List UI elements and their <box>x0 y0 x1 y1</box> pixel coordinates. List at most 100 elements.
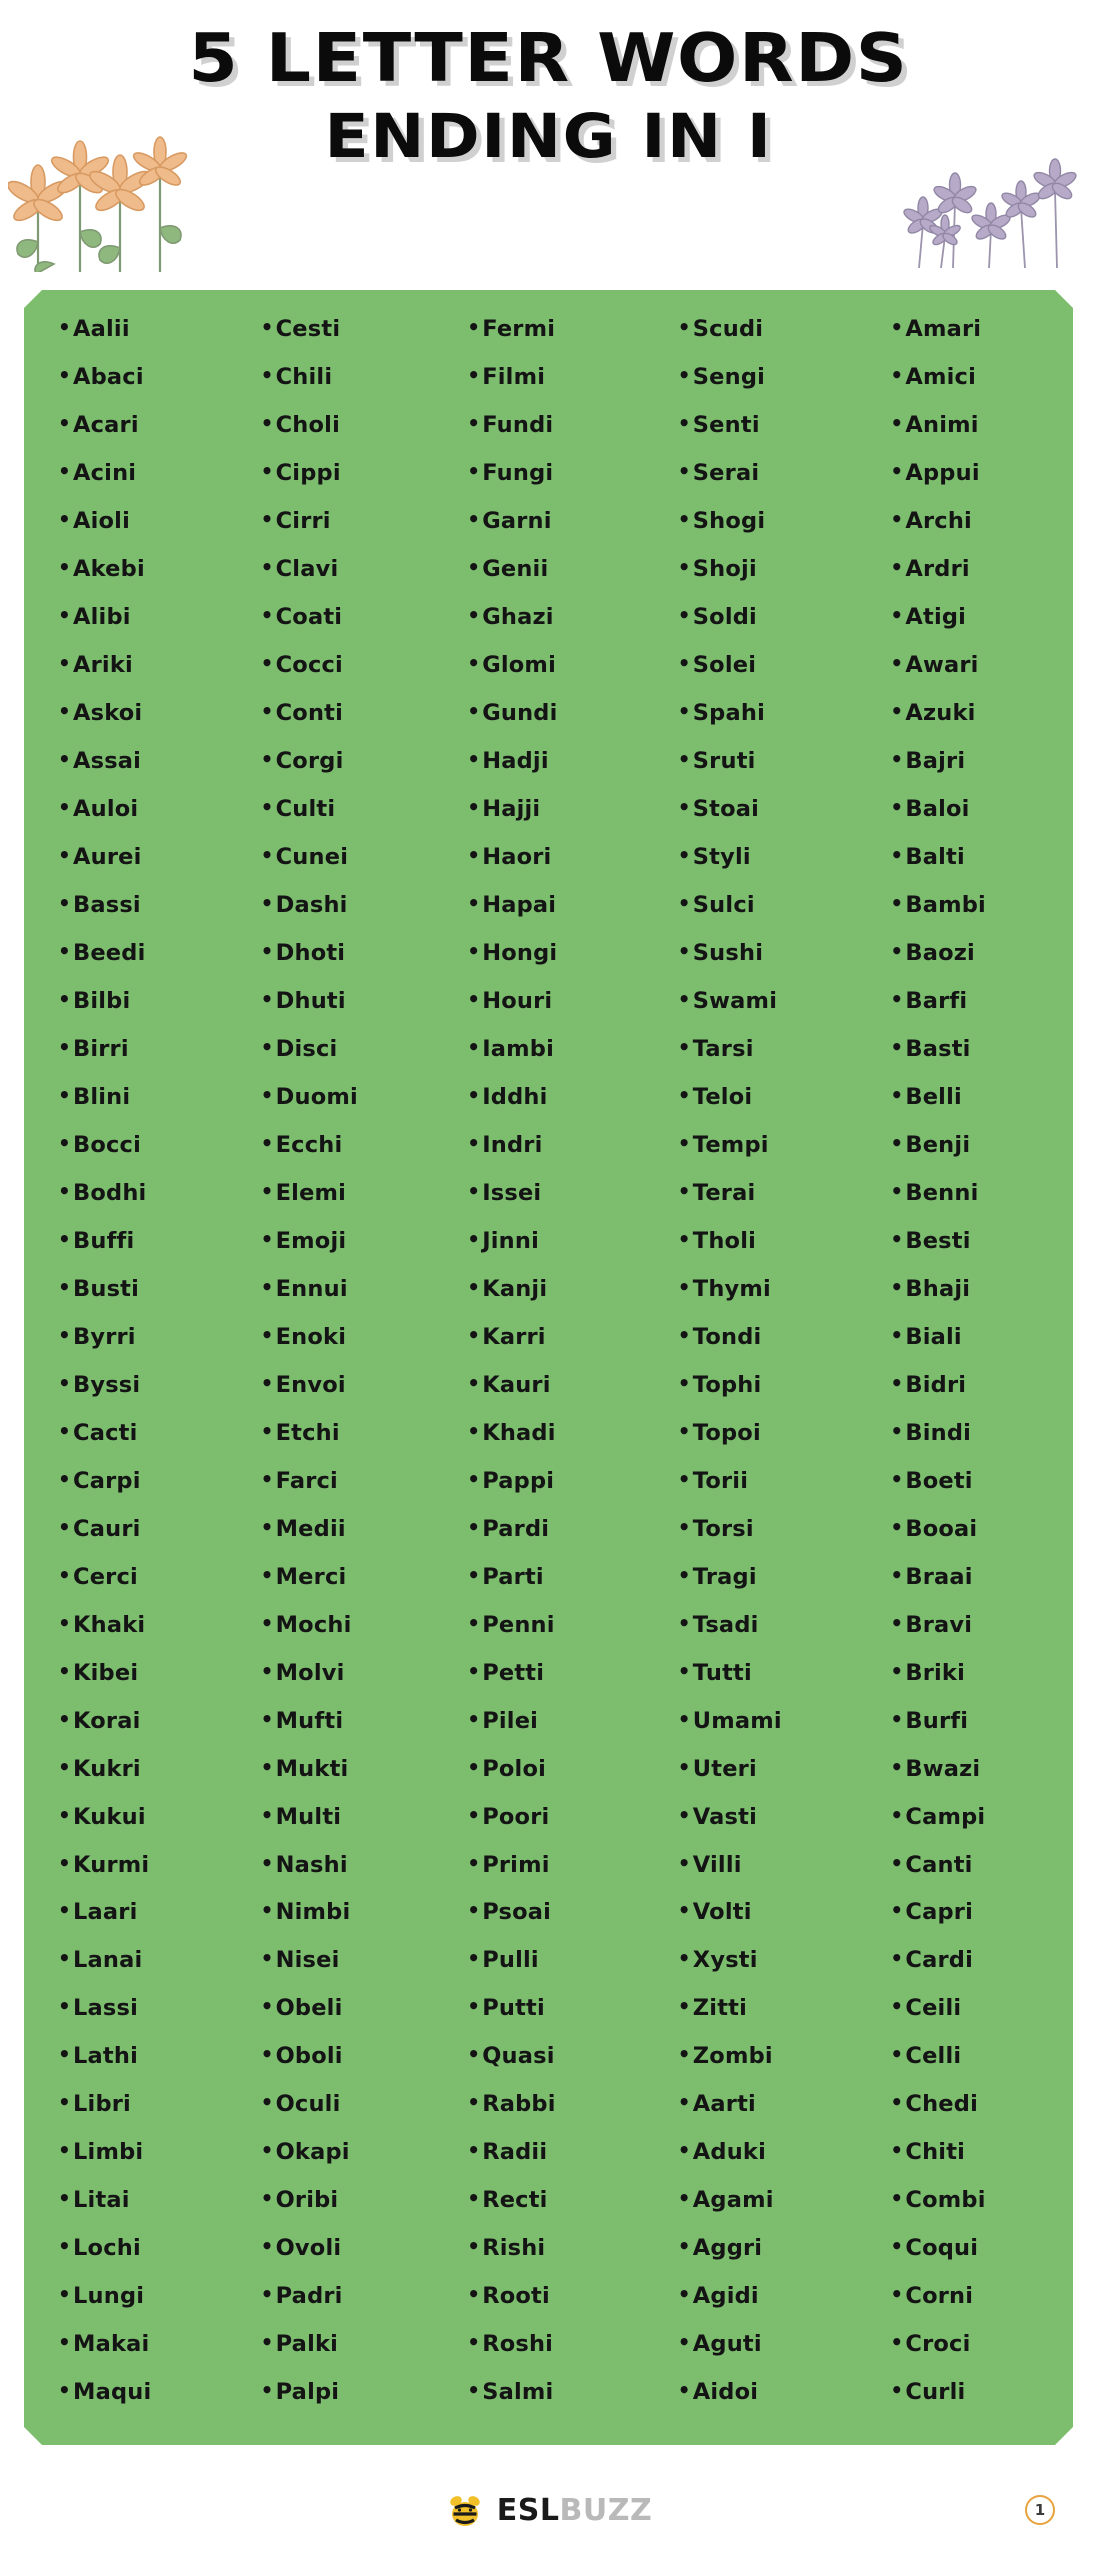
bullet-icon: • <box>890 1178 904 1203</box>
word-list-item: • Lathi <box>32 2043 239 2091</box>
word-text: Pappi <box>482 1467 555 1494</box>
word-list-item: • Sulci <box>652 892 859 940</box>
bullet-icon: • <box>58 362 71 387</box>
word-list-item: • Campi <box>858 1804 1065 1852</box>
word-list-item: • Issei <box>445 1180 652 1228</box>
word-list-item: • Pardi <box>445 1516 652 1564</box>
word-list-item: • Birri <box>32 1036 239 1084</box>
word-list-item: • Aalii <box>32 316 239 364</box>
bullet-icon: • <box>890 1658 904 1683</box>
word-text: Tempi <box>692 1131 769 1158</box>
word-text: Hongi <box>482 939 558 966</box>
word-text: Torsi <box>692 1515 754 1542</box>
word-text: Baloi <box>905 795 970 822</box>
word-text: Kauri <box>482 1371 551 1398</box>
word-text: Palki <box>275 2331 339 2358</box>
word-text: Tholi <box>692 1227 757 1254</box>
word-list-item: • Gundi <box>445 700 652 748</box>
word-text: Karri <box>482 1323 546 1350</box>
word-text: Cirri <box>275 507 331 534</box>
word-list-item: • Uteri <box>652 1756 859 1804</box>
word-list-item: • Bhaji <box>858 1276 1065 1324</box>
word-list-item: • Barfi <box>858 988 1065 1036</box>
word-list-item: • Basti <box>858 1036 1065 1084</box>
word-list-item: • Garni <box>445 508 652 556</box>
bullet-icon: • <box>677 890 691 915</box>
bullet-icon: • <box>260 698 274 723</box>
word-text: Oculi <box>275 2091 341 2118</box>
word-text: Barfi <box>905 987 968 1014</box>
word-list-item: • Aduki <box>652 2139 859 2187</box>
word-list-item: • Cacti <box>32 1420 239 1468</box>
word-list-item: • Balti <box>858 844 1065 892</box>
word-list-item: • Swami <box>652 988 859 1036</box>
word-text: Tsadi <box>692 1611 759 1638</box>
bullet-icon: • <box>58 794 71 819</box>
word-list-item: • Medii <box>239 1516 446 1564</box>
word-text: Kibei <box>73 1659 139 1686</box>
bullet-icon: • <box>260 2378 274 2403</box>
bullet-icon: • <box>677 794 691 819</box>
word-list-item: • Putti <box>445 1995 652 2043</box>
word-text: Askoi <box>73 699 143 726</box>
word-text: Iambi <box>482 1035 555 1062</box>
word-text: Poori <box>482 1803 550 1830</box>
word-column-3: • Fermi • Filmi • Fundi • Fungi • Garni • Genii • Gha… <box>445 316 652 2427</box>
word-list-item: • Jinni <box>445 1228 652 1276</box>
word-text: Corni <box>905 2283 974 2310</box>
word-text: Fundi <box>482 411 554 438</box>
word-list-item: • Braai <box>858 1564 1065 1612</box>
bullet-icon: • <box>890 2138 904 2163</box>
word-text: Carpi <box>73 1467 141 1494</box>
word-text: Khadi <box>482 1419 556 1446</box>
word-text: Hadji <box>482 747 549 774</box>
bullet-icon: • <box>260 2138 274 2163</box>
word-list-item: • Corgi <box>239 748 446 796</box>
word-text: Scudi <box>692 316 764 342</box>
word-list-item: • Coqui <box>858 2235 1065 2283</box>
word-list-item: • Atigi <box>858 604 1065 652</box>
word-text: Bindi <box>905 1419 972 1446</box>
word-text: Genii <box>482 555 549 582</box>
word-list-item: • Croci <box>858 2331 1065 2379</box>
word-list-item: • Ovoli <box>239 2235 446 2283</box>
word-list-item: • Conti <box>239 700 446 748</box>
word-text: Sushi <box>692 939 764 966</box>
word-list-item: • Choli <box>239 412 446 460</box>
bullet-icon: • <box>890 1946 904 1971</box>
word-list-item: • Nisei <box>239 1947 446 1995</box>
word-list-item: • Bilbi <box>32 988 239 1036</box>
word-list-item: • Tholi <box>652 1228 859 1276</box>
bullet-icon: • <box>890 458 904 483</box>
word-list-item: • Besti <box>858 1228 1065 1276</box>
word-list-item: • Litai <box>32 2187 239 2235</box>
word-text: Aguti <box>692 2331 762 2358</box>
word-list-item: • Byrri <box>32 1324 239 1372</box>
word-list-item: • Teloi <box>652 1084 859 1132</box>
word-text: Akebi <box>73 555 145 582</box>
bullet-icon: • <box>260 746 274 771</box>
word-list-item: • Cunei <box>239 844 446 892</box>
word-text: Multi <box>275 1803 342 1830</box>
word-text: Rooti <box>482 2283 550 2310</box>
bullet-icon: • <box>677 746 691 771</box>
word-list-item: • Houri <box>445 988 652 1036</box>
word-list-item: • Bassi <box>32 892 239 940</box>
word-text: Enoki <box>275 1323 347 1350</box>
word-list-item: • Kukri <box>32 1756 239 1804</box>
word-list-item: • Lungi <box>32 2283 239 2331</box>
bullet-icon: • <box>677 2090 691 2115</box>
word-list-item: • Hajji <box>445 796 652 844</box>
bullet-icon: • <box>467 986 481 1011</box>
word-text: Libri <box>73 2091 131 2118</box>
bullet-icon: • <box>58 842 71 867</box>
bullet-icon: • <box>890 986 904 1011</box>
word-list-item: • Parti <box>445 1564 652 1612</box>
word-list-item: • Psoai <box>445 1899 652 1947</box>
word-text: Assai <box>73 747 142 774</box>
bullet-icon: • <box>58 554 71 579</box>
word-text: Mochi <box>275 1611 352 1638</box>
word-text: Archi <box>905 507 972 534</box>
bullet-icon: • <box>260 1802 274 1827</box>
word-list-item: • Akebi <box>32 556 239 604</box>
